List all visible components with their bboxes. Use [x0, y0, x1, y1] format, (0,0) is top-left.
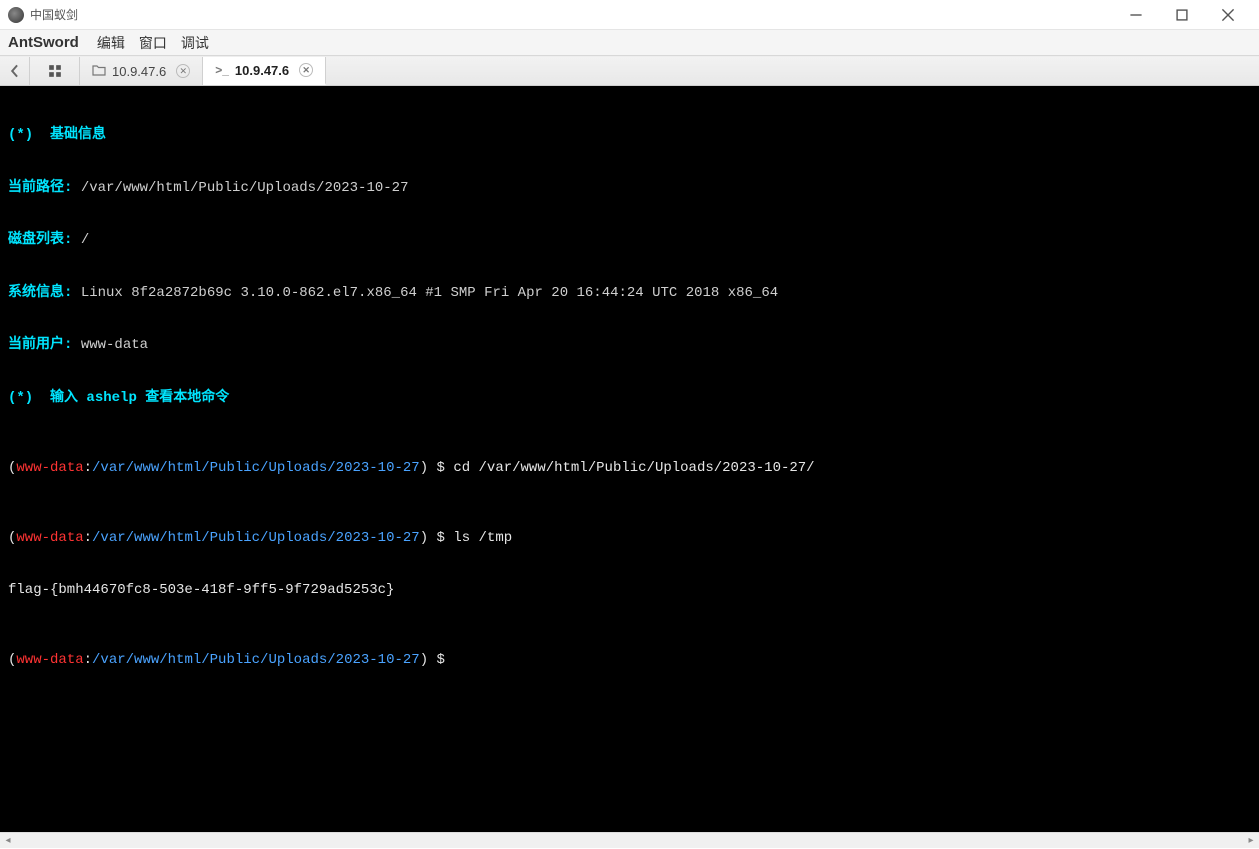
menu-debug[interactable]: 调试 — [181, 33, 209, 53]
terminal-pane[interactable]: (*) 基础信息 当前路径: /var/www/html/Public/Uplo… — [0, 86, 1259, 832]
terminal-header-title: (*) 基础信息 — [8, 127, 1251, 145]
tab-label: 10.9.47.6 — [235, 63, 289, 78]
tab-close-button[interactable]: ✕ — [299, 63, 313, 77]
terminal-header-path: 当前路径: /var/www/html/Public/Uploads/2023-… — [8, 180, 1251, 198]
terminal-icon: >_ — [215, 63, 229, 77]
terminal-line: (www-data:/var/www/html/Public/Uploads/2… — [8, 530, 1251, 548]
scroll-left-arrow[interactable]: ◂ — [0, 833, 16, 849]
home-grid-button[interactable] — [30, 57, 80, 85]
terminal-header-sys: 系统信息: Linux 8f2a2872b69c 3.10.0-862.el7.… — [8, 285, 1251, 303]
menu-edit[interactable]: 编辑 — [97, 33, 125, 53]
nav-back-button[interactable] — [0, 57, 30, 85]
terminal-header-disk: 磁盘列表: / — [8, 232, 1251, 250]
tab-terminal[interactable]: >_ 10.9.47.6 ✕ — [203, 57, 326, 85]
app-icon — [8, 7, 24, 23]
tab-filemanager[interactable]: 10.9.47.6 ✕ — [80, 57, 203, 85]
menubar: AntSword 编辑 窗口 调试 — [0, 30, 1259, 56]
terminal-line: (www-data:/var/www/html/Public/Uploads/2… — [8, 652, 1251, 670]
folder-icon — [92, 63, 106, 80]
window-maximize[interactable] — [1159, 0, 1205, 30]
window-title: 中国蚁剑 — [30, 6, 78, 23]
tab-strip: 10.9.47.6 ✕ >_ 10.9.47.6 ✕ — [0, 56, 1259, 86]
horizontal-scrollbar[interactable]: ◂ ▸ — [0, 832, 1259, 848]
window-minimize[interactable] — [1113, 0, 1159, 30]
window-titlebar: 中国蚁剑 — [0, 0, 1259, 30]
terminal-line: (www-data:/var/www/html/Public/Uploads/2… — [8, 460, 1251, 478]
terminal-header-help: (*) 输入 ashelp 查看本地命令 — [8, 390, 1251, 408]
terminal-header-user: 当前用户: www-data — [8, 337, 1251, 355]
tab-close-button[interactable]: ✕ — [176, 64, 190, 78]
scroll-right-arrow[interactable]: ▸ — [1243, 833, 1259, 849]
menu-window[interactable]: 窗口 — [139, 33, 167, 53]
tab-label: 10.9.47.6 — [112, 64, 166, 79]
terminal-output: flag-{bmh44670fc8-503e-418f-9ff5-9f729ad… — [8, 582, 1251, 600]
window-close[interactable] — [1205, 0, 1251, 30]
app-brand: AntSword — [8, 34, 79, 51]
